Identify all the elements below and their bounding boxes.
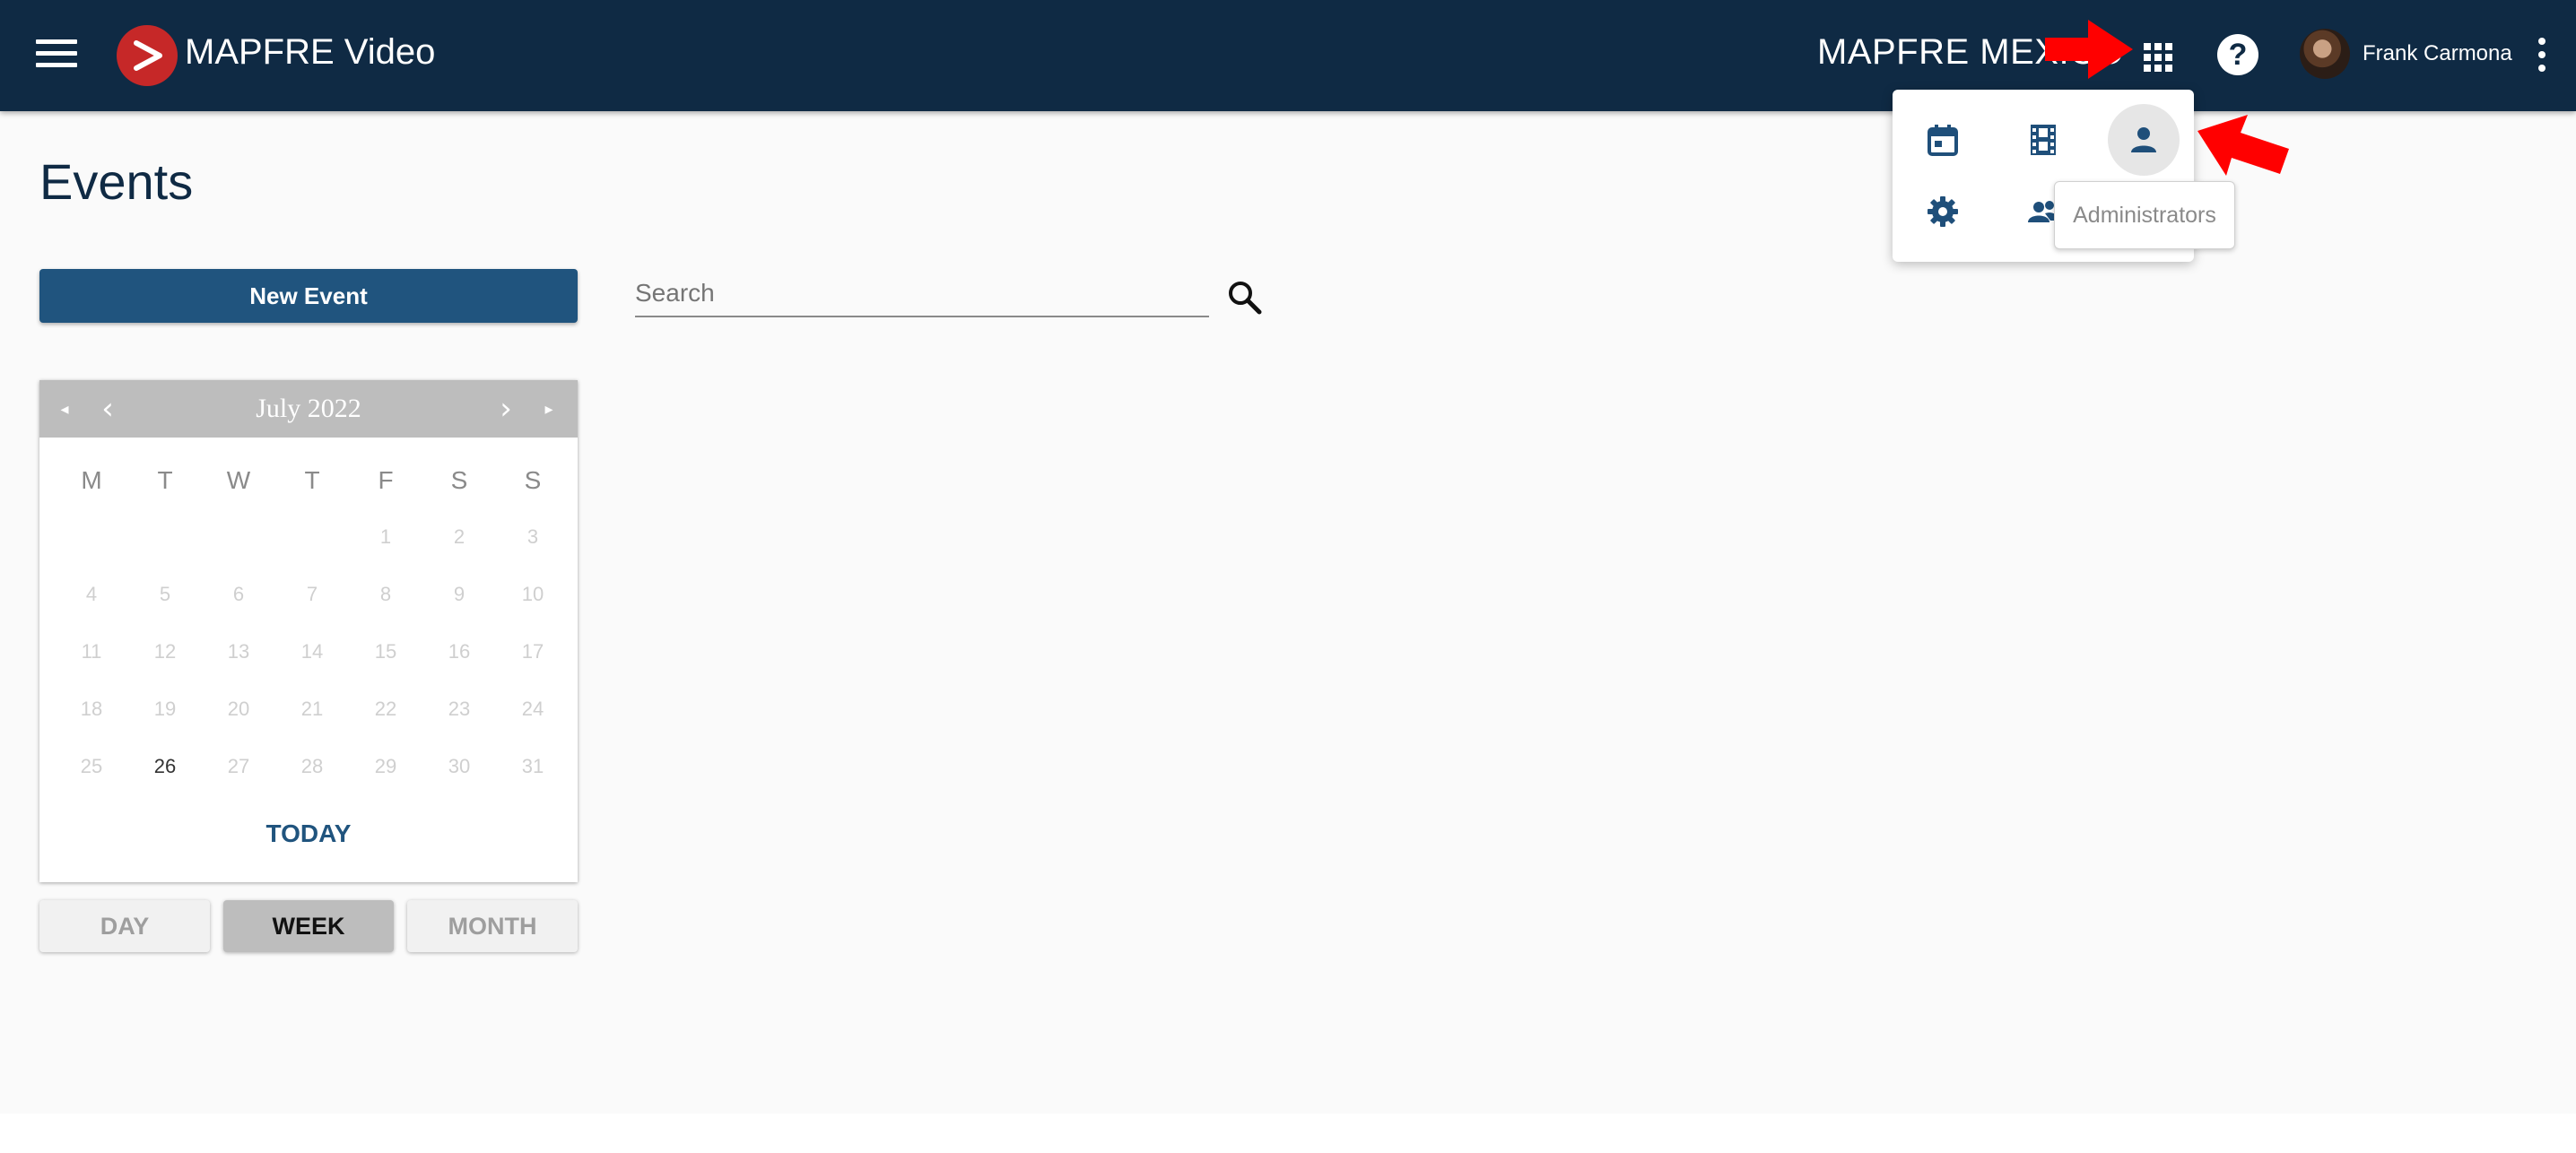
more-vert-icon[interactable] — [2535, 38, 2549, 77]
calendar-day[interactable]: 12 — [128, 640, 202, 663]
calendar-header: July 2022 ◂ ‹ › ▸ — [39, 380, 578, 438]
calendar-day[interactable]: 16 — [422, 640, 496, 663]
annotation-arrow-apps — [2045, 20, 2133, 79]
app-name[interactable]: MAPFRE Video — [185, 32, 435, 73]
weekday-header: S — [524, 466, 542, 494]
calendar-day[interactable]: 5 — [128, 583, 202, 606]
day-view-button[interactable]: DAY — [39, 900, 210, 952]
menu-icon[interactable] — [36, 39, 77, 72]
new-event-button[interactable]: New Event — [39, 269, 578, 323]
calendar-day[interactable]: 11 — [55, 640, 128, 663]
page-title: Events — [39, 153, 194, 210]
calendar-day[interactable]: 15 — [349, 640, 422, 663]
calendar-day[interactable]: 1 — [349, 525, 422, 549]
person-icon[interactable] — [2108, 104, 2180, 176]
apps-grid-icon[interactable] — [2137, 36, 2180, 79]
calendar-day[interactable]: 23 — [422, 698, 496, 721]
calendar-day[interactable]: 20 — [202, 698, 275, 721]
calendar-day-current[interactable]: 26 — [128, 755, 202, 778]
weekday-header: M — [81, 466, 102, 494]
calendar-day[interactable]: 25 — [55, 755, 128, 778]
search-icon[interactable] — [1225, 278, 1265, 317]
calendar-day[interactable]: 9 — [422, 583, 496, 606]
mini-calendar: July 2022 ◂ ‹ › ▸ M T W T F S S 1 2 3 4 5 6 7 8 9 10 11 12… — [39, 380, 578, 882]
calendar-day[interactable]: 3 — [496, 525, 570, 549]
user-name[interactable]: Frank Carmona — [2363, 41, 2512, 66]
weekday-header: W — [226, 466, 251, 494]
calendar-day[interactable]: 18 — [55, 698, 128, 721]
mapfre-logo[interactable] — [117, 25, 178, 86]
calendar-day[interactable]: 22 — [349, 698, 422, 721]
next-month-icon[interactable]: › — [495, 380, 517, 438]
calendar-day[interactable]: 6 — [202, 583, 275, 606]
month-view-button[interactable]: MONTH — [407, 900, 578, 952]
weekday-header: T — [157, 466, 173, 494]
calendar-day[interactable]: 14 — [275, 640, 349, 663]
today-button[interactable]: TODAY — [39, 819, 578, 848]
previous-year-icon[interactable]: ◂ — [54, 380, 75, 438]
calendar-day[interactable]: 7 — [275, 583, 349, 606]
week-view-button[interactable]: WEEK — [223, 900, 394, 952]
settings-icon[interactable] — [1907, 176, 1979, 247]
calendar-day[interactable]: 19 — [128, 698, 202, 721]
calendar-day[interactable]: 31 — [496, 755, 570, 778]
calendar-day[interactable]: 4 — [55, 583, 128, 606]
calendar-day[interactable]: 27 — [202, 755, 275, 778]
calendar-day[interactable]: 21 — [275, 698, 349, 721]
calendar-day[interactable]: 29 — [349, 755, 422, 778]
weekday-header: T — [304, 466, 320, 494]
calendar-day[interactable]: 13 — [202, 640, 275, 663]
weekday-header: F — [378, 466, 394, 494]
calendar-icon[interactable] — [1907, 104, 1979, 176]
administrators-tooltip: Administrators — [2054, 181, 2235, 249]
avatar[interactable] — [2300, 29, 2350, 79]
search-input[interactable] — [635, 271, 1209, 317]
annotation-arrow-administrators — [2197, 115, 2289, 176]
weekday-header: S — [450, 466, 468, 494]
help-icon[interactable]: ? — [2217, 34, 2258, 75]
previous-month-icon[interactable]: ‹ — [97, 380, 118, 438]
calendar-day[interactable]: 8 — [349, 583, 422, 606]
calendar-day[interactable]: 17 — [496, 640, 570, 663]
film-icon[interactable] — [2007, 104, 2079, 176]
calendar-day[interactable]: 30 — [422, 755, 496, 778]
calendar-day[interactable]: 2 — [422, 525, 496, 549]
calendar-day[interactable]: 28 — [275, 755, 349, 778]
next-year-icon[interactable]: ▸ — [538, 380, 560, 438]
calendar-day[interactable]: 10 — [496, 583, 570, 606]
calendar-day[interactable]: 24 — [496, 698, 570, 721]
